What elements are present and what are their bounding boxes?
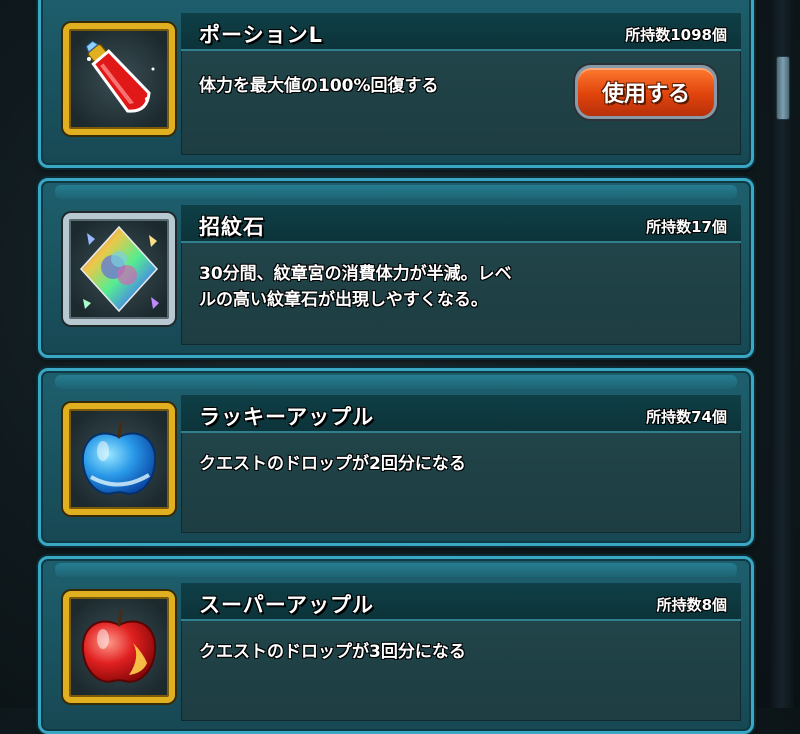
- item-icon-frame: [63, 23, 175, 135]
- item-name: ポーションL: [199, 23, 323, 47]
- card-top-bar: [55, 563, 737, 577]
- description-line: クエストのドロップが2回分になる: [199, 454, 466, 474]
- red-apple-icon: [81, 609, 157, 683]
- item-description: 体力を最大値の100%回復する: [199, 73, 639, 99]
- item-card-lucky-apple: ラッキーアップル 所持数74個 クエストのドロップが2回分になる: [38, 368, 754, 546]
- item-count: 所持数74個: [646, 408, 727, 426]
- description-line: 体力を最大値の100%回復する: [199, 76, 439, 96]
- card-top-bar: [55, 185, 737, 199]
- item-count: 所持数17個: [646, 218, 727, 236]
- description-line: 30分間、紋章宮の消費体力が半減。レベ: [199, 264, 512, 284]
- description-line: クエストのドロップが3回分になる: [199, 642, 466, 662]
- scrollbar-thumb[interactable]: [776, 56, 790, 120]
- item-card-summon-stone: 招紋石 所持数17個 30分間、紋章宮の消費体力が半減。レベ ルの高い紋章石が出…: [38, 178, 754, 358]
- item-name: スーパーアップル: [199, 593, 374, 617]
- item-count: 所持数1098個: [625, 26, 727, 44]
- item-list: ポーションL 所持数1098個 体力を最大値の100%回復する 使用する 招紋石…: [0, 0, 760, 734]
- item-description: クエストのドロップが3回分になる: [199, 639, 639, 665]
- item-card-super-apple: スーパーアップル 所持数8個 クエストのドロップが3回分になる: [38, 556, 754, 734]
- description-line: ルの高い紋章石が出現しやすくなる。: [199, 290, 488, 310]
- item-description: クエストのドロップが2回分になる: [199, 451, 639, 477]
- item-name: ラッキーアップル: [199, 405, 375, 429]
- item-icon-frame: [63, 403, 175, 515]
- item-name: 招紋石: [199, 215, 265, 239]
- item-card-potion: ポーションL 所持数1098個 体力を最大値の100%回復する 使用する: [38, 0, 754, 168]
- red-potion-icon: [85, 40, 155, 113]
- use-button[interactable]: 使用する: [575, 65, 717, 119]
- item-icon-frame: [63, 591, 175, 703]
- item-icon-frame: [63, 213, 175, 325]
- item-description: 30分間、紋章宮の消費体力が半減。レベ ルの高い紋章石が出現しやすくなる。: [199, 261, 639, 313]
- card-top-bar: [55, 375, 737, 389]
- blue-apple-icon: [81, 421, 157, 495]
- rainbow-crystal-icon: [79, 225, 159, 313]
- item-count: 所持数8個: [656, 596, 727, 614]
